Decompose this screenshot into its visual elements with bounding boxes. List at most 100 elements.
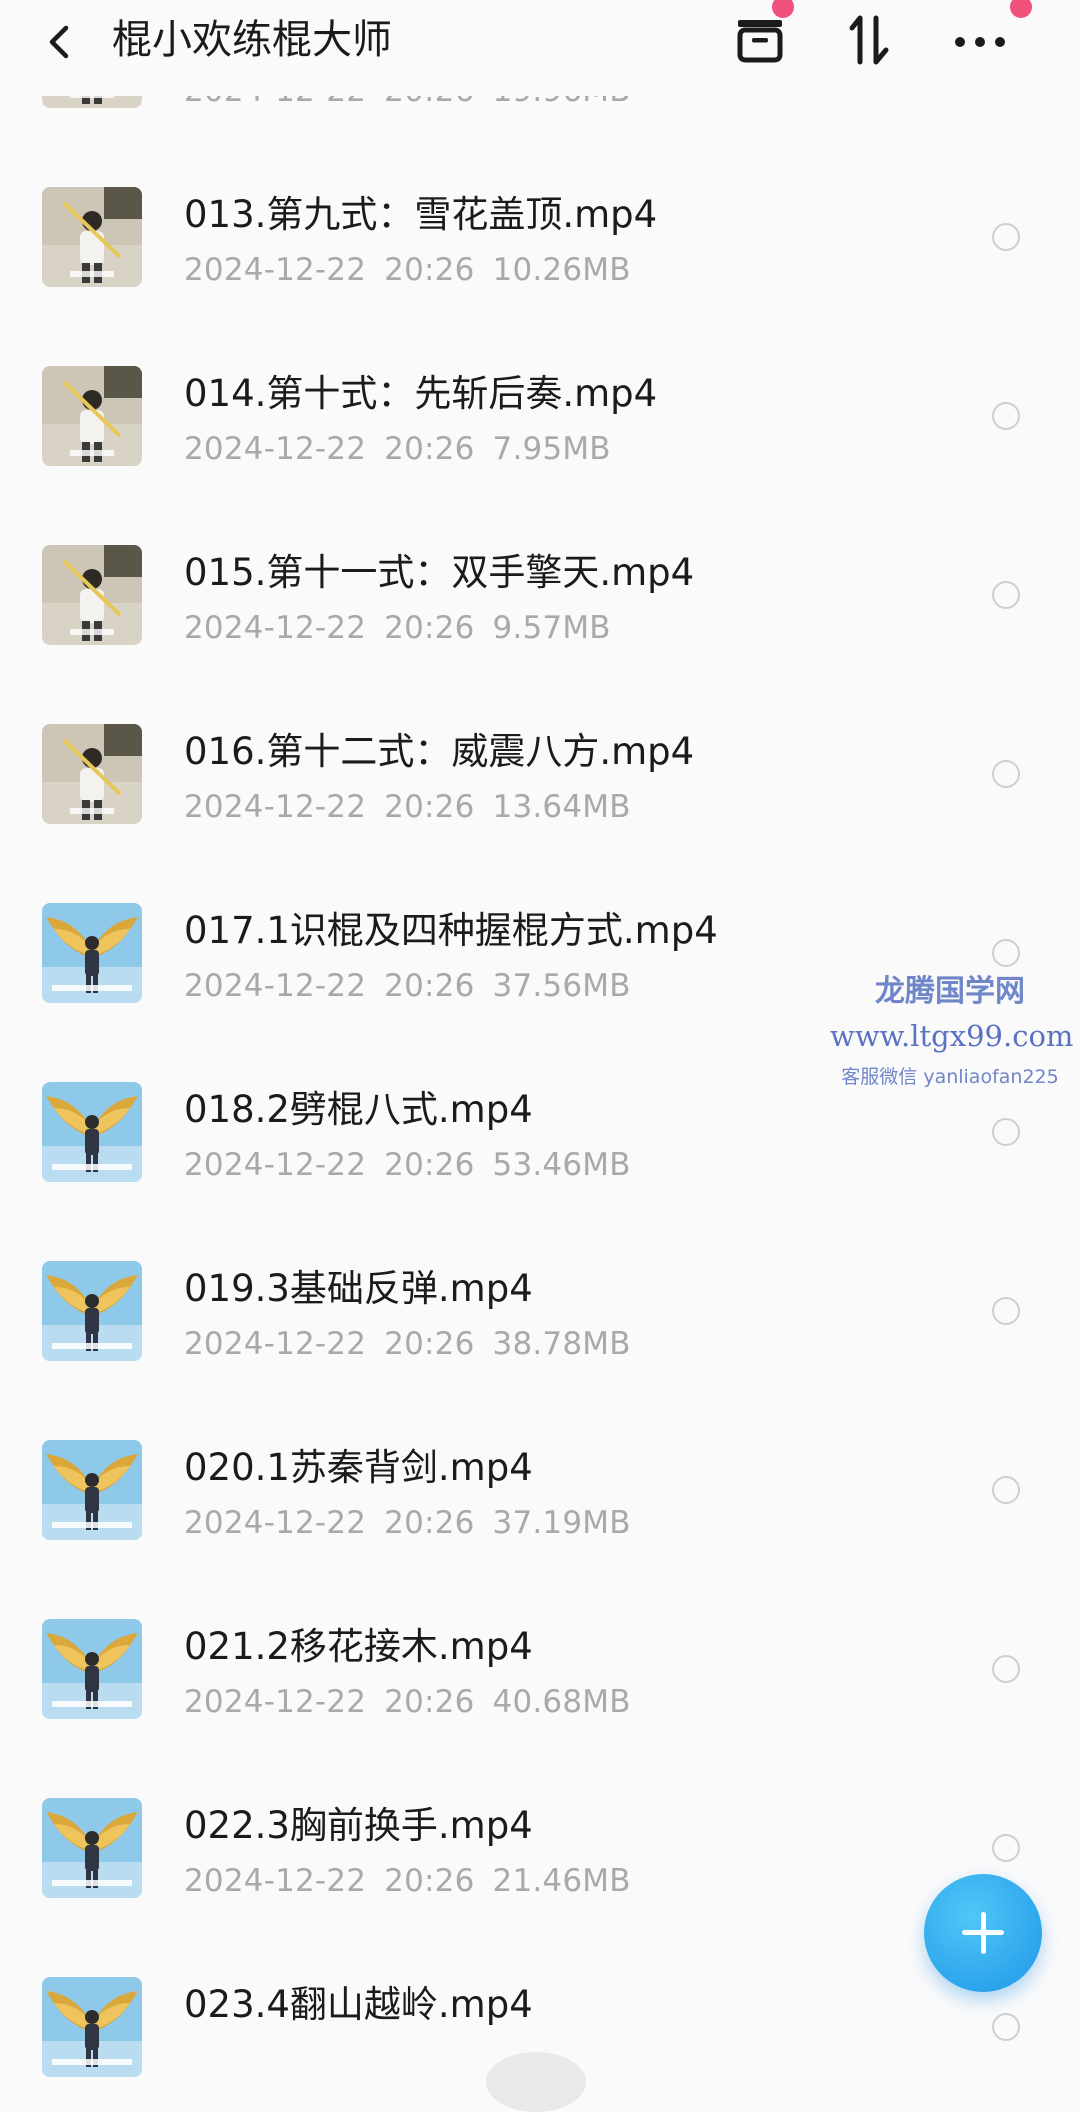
file-date: 2024-12-22 (184, 431, 367, 467)
video-thumbnail (42, 1440, 142, 1540)
notification-dot (772, 0, 794, 18)
file-time: 20:26 (384, 1147, 475, 1183)
file-date: 2024-12-22 (184, 252, 367, 288)
watermark-contact: 客服微信 yanliaofan225 (841, 1066, 1059, 1088)
select-radio[interactable] (992, 1834, 1020, 1862)
file-time: 20:26 (384, 431, 475, 467)
file-name: 021.2移花接木.mp4 (184, 1625, 533, 1668)
file-date: 2024-12-22 (184, 1863, 367, 1899)
file-name: 013.第九式：雪花盖顶.mp4 (184, 193, 658, 236)
file-time: 20:26 (384, 1684, 475, 1720)
file-name: 018.2劈棍八式.mp4 (184, 1088, 533, 1131)
select-radio[interactable] (992, 1655, 1020, 1683)
file-name: 019.3基础反弹.mp4 (184, 1267, 533, 1310)
select-radio[interactable] (992, 2013, 1020, 2041)
video-thumbnail (42, 724, 142, 824)
file-name: 023.4翻山越岭.mp4 (184, 1983, 533, 2026)
file-time: 20:26 (384, 968, 475, 1004)
file-size: 37.56MB (492, 968, 631, 1004)
more-dots-icon (955, 37, 1005, 47)
file-date: 2024-12-22 (184, 789, 367, 825)
file-size: 53.46MB (492, 1147, 631, 1183)
file-name: 016.第十二式：威震八方.mp4 (184, 730, 695, 773)
file-row[interactable]: 015.第十一式：双手擎天.mp4 2024-12-22 20:26 9.57MB (0, 483, 1080, 662)
file-row[interactable]: 019.3基础反弹.mp4 2024-12-22 20:26 38.78MB (0, 1199, 1080, 1378)
select-radio[interactable] (992, 1118, 1020, 1146)
file-name: 020.1苏秦背剑.mp4 (184, 1446, 533, 1489)
file-date: 2024-12-22 (184, 1147, 367, 1183)
file-row[interactable]: 014.第十式：先斩后奏.mp4 2024-12-22 20:26 7.95MB (0, 304, 1080, 483)
file-time: 20:26 (384, 610, 475, 646)
file-time: 20:26 (384, 1326, 475, 1362)
watermark: 龙腾国学网 www.ltgx99.com 客服微信 yanliaofan225 (830, 970, 1074, 1092)
video-thumbnail (42, 1798, 142, 1898)
file-name: 014.第十式：先斩后奏.mp4 (184, 372, 658, 415)
file-name: 015.第十一式：双手擎天.mp4 (184, 551, 695, 594)
archive-button[interactable] (730, 0, 794, 70)
file-size: 40.68MB (492, 1684, 631, 1720)
file-row[interactable]: 020.1苏秦背剑.mp4 2024-12-22 20:26 37.19MB (0, 1378, 1080, 1557)
file-time: 20:26 (384, 1863, 475, 1899)
sort-arrows-icon (849, 15, 889, 65)
file-size: 9.57MB (492, 610, 611, 646)
file-size: 38.78MB (492, 1326, 631, 1362)
sort-button[interactable] (840, 10, 900, 70)
video-thumbnail (42, 545, 142, 645)
file-date: 2024-12-22 (184, 968, 367, 1004)
file-meta: 2024-12-22 20:26 21.46MB (184, 1862, 649, 1900)
select-radio[interactable] (992, 581, 1020, 609)
add-button[interactable] (924, 1874, 1042, 1992)
top-bar: 棍小欢练棍大师 (0, 0, 1080, 96)
back-button[interactable] (40, 14, 84, 70)
file-meta (184, 2041, 238, 2079)
video-thumbnail (42, 187, 142, 287)
file-time: 20:26 (384, 252, 475, 288)
select-radio[interactable] (992, 1297, 1020, 1325)
file-name: 022.3胸前换手.mp4 (184, 1804, 533, 1847)
file-row[interactable]: 016.第十二式：威震八方.mp4 2024-12-22 20:26 13.64MB (0, 662, 1080, 841)
scroll-indicator (486, 2052, 586, 2112)
file-size: 7.95MB (492, 431, 611, 467)
watermark-title: 龙腾国学网 (875, 974, 1025, 1009)
file-row[interactable]: 013.第九式：雪花盖顶.mp4 2024-12-22 20:26 10.26MB (0, 125, 1080, 304)
file-meta: 2024-12-22 20:26 9.57MB (184, 609, 629, 647)
file-meta: 2024-12-22 20:26 10.26MB (184, 251, 649, 289)
select-radio[interactable] (992, 402, 1020, 430)
file-size: 10.26MB (492, 252, 631, 288)
file-name: 017.1识棍及四种握棍方式.mp4 (184, 909, 718, 952)
file-meta: 2024-12-22 20:26 40.68MB (184, 1683, 649, 1721)
video-thumbnail (42, 366, 142, 466)
file-size: 13.64MB (492, 789, 631, 825)
video-thumbnail (42, 1977, 142, 2077)
file-date: 2024-12-22 (184, 610, 367, 646)
select-radio[interactable] (992, 223, 1020, 251)
page-title: 棍小欢练棍大师 (112, 17, 392, 63)
file-meta: 2024-12-22 20:26 37.56MB (184, 967, 649, 1005)
file-date: 2024-12-22 (184, 1505, 367, 1541)
file-meta: 2024-12-22 20:26 37.19MB (184, 1504, 649, 1542)
file-time: 20:26 (384, 1505, 475, 1541)
video-thumbnail (42, 1082, 142, 1182)
select-radio[interactable] (992, 760, 1020, 788)
file-meta: 2024-12-22 20:26 53.46MB (184, 1146, 649, 1184)
file-row[interactable]: 021.2移花接木.mp4 2024-12-22 20:26 40.68MB (0, 1557, 1080, 1736)
chevron-left-icon (49, 25, 69, 59)
select-radio[interactable] (992, 939, 1020, 967)
more-button[interactable] (950, 0, 1032, 70)
file-meta: 2024-12-22 20:26 38.78MB (184, 1325, 649, 1363)
file-time: 20:26 (384, 789, 475, 825)
file-date: 2024-12-22 (184, 1684, 367, 1720)
video-thumbnail (42, 1619, 142, 1719)
notification-dot (1010, 0, 1032, 18)
archive-box-icon (737, 20, 783, 63)
file-date: 2024-12-22 (184, 1326, 367, 1362)
video-thumbnail (42, 903, 142, 1003)
watermark-url: www.ltgx99.com (830, 1019, 1074, 1053)
file-row[interactable]: 022.3胸前换手.mp4 2024-12-22 20:26 21.46MB (0, 1736, 1080, 1915)
file-meta: 2024-12-22 20:26 7.95MB (184, 430, 629, 468)
file-size: 37.19MB (492, 1505, 631, 1541)
video-thumbnail (42, 1261, 142, 1361)
file-meta: 2024-12-22 20:26 13.64MB (184, 788, 649, 826)
select-radio[interactable] (992, 1476, 1020, 1504)
file-size: 21.46MB (492, 1863, 631, 1899)
